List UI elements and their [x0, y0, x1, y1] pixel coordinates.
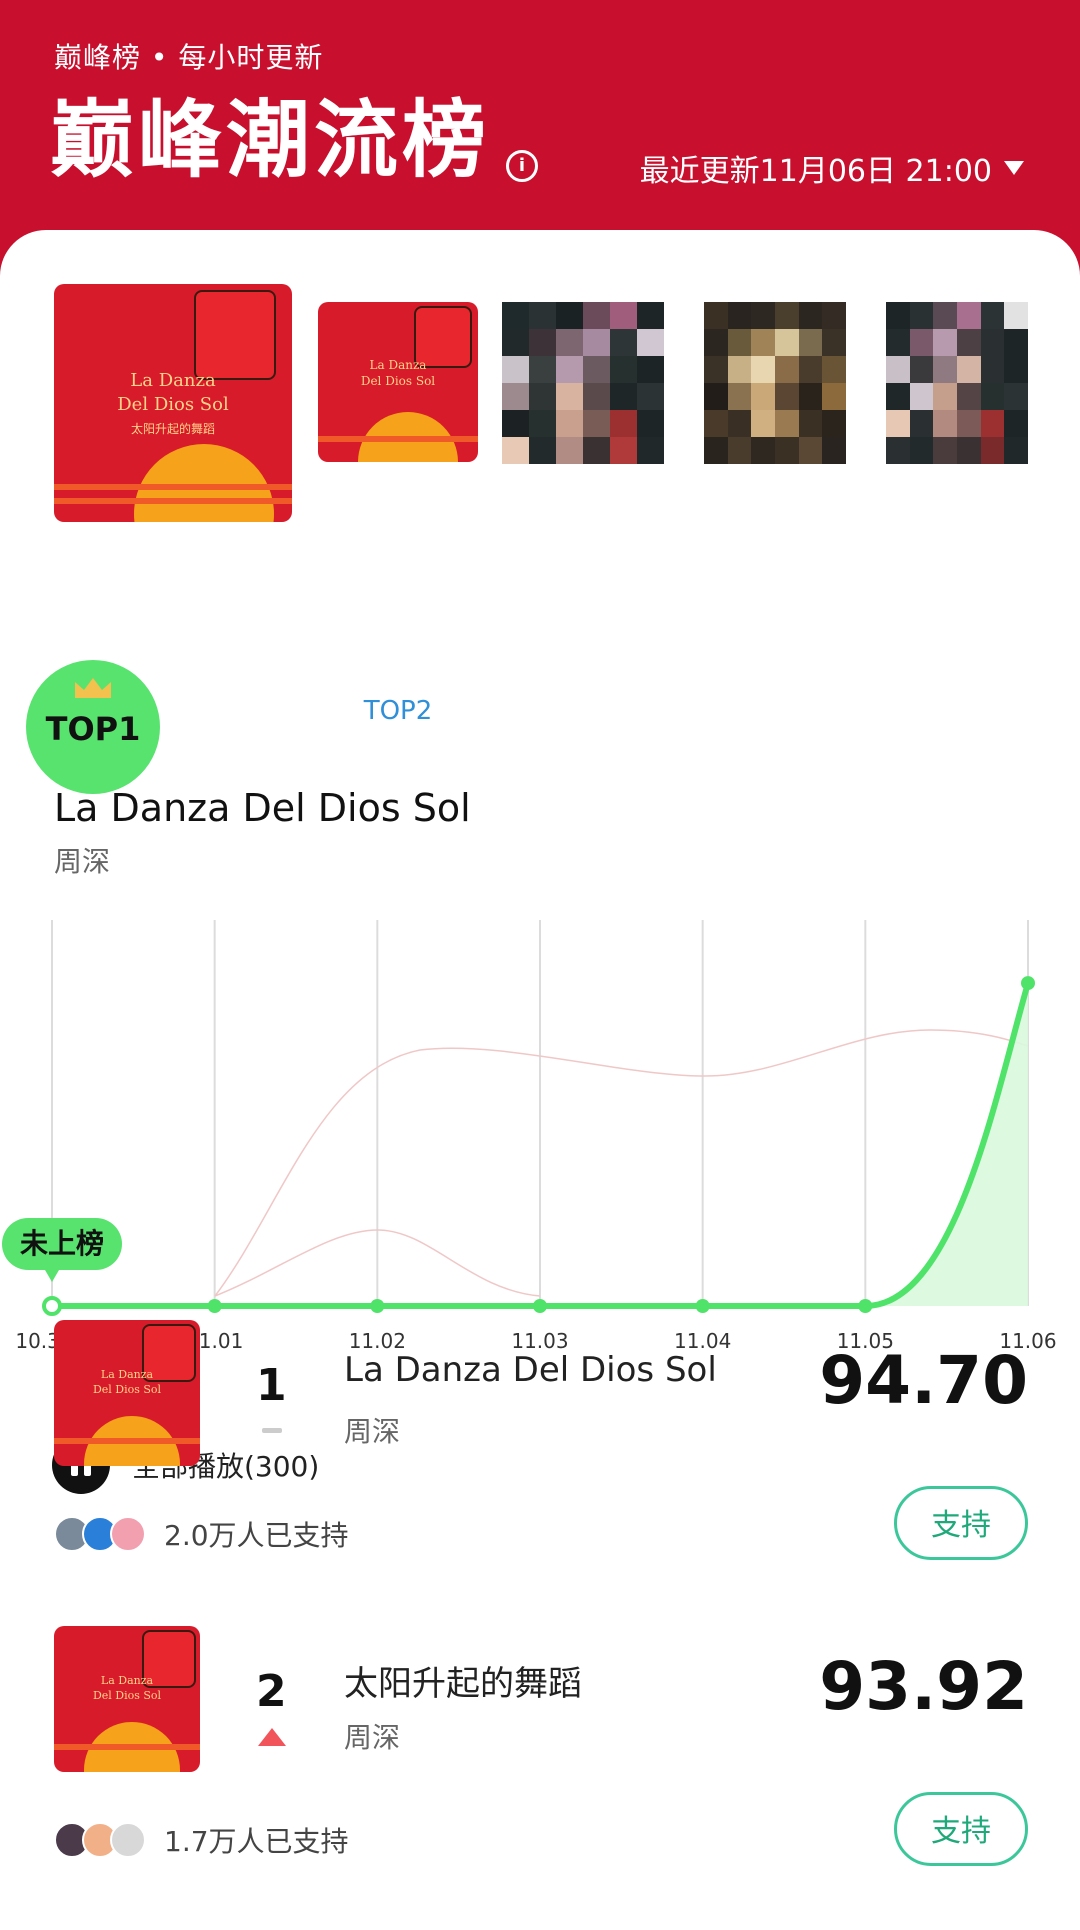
content-card: La Danza Del Dios Sol 太阳升起的舞蹈 La Danza D…: [0, 230, 1080, 1930]
top5-cover[interactable]: [886, 302, 1028, 464]
background-trend-line: [214, 1029, 1029, 1297]
chart-subtitle: 巅峰榜 • 每小时更新: [54, 41, 324, 74]
cover-title-line2: Del Dios Sol: [117, 394, 229, 415]
top1-badge: TOP1: [26, 660, 160, 794]
cover-title: La Danza: [130, 370, 216, 391]
crown-icon: [75, 678, 111, 698]
avatar: [110, 1516, 146, 1552]
start-label-bubble: 未上榜: [2, 1218, 122, 1282]
cover-title: La Danza: [369, 358, 427, 372]
support-button[interactable]: 支持: [894, 1792, 1028, 1866]
header: 巅峰榜 • 每小时更新 巅峰潮流榜 i 最近更新11月06日 21:00: [0, 0, 1080, 250]
area-fill: [865, 983, 1028, 1306]
start-label-pointer: [45, 1270, 59, 1282]
song-name: La Danza Del Dios Sol: [344, 1350, 717, 1390]
cover-title-line2: Del Dios Sol: [92, 1689, 162, 1702]
chart-grid: [51, 920, 1029, 1306]
top2-label: TOP2: [363, 696, 433, 726]
featured-artist: 周深: [54, 845, 111, 878]
top1-cover[interactable]: La Danza Del Dios Sol 太阳升起的舞蹈: [54, 284, 292, 522]
data-point: [207, 1299, 222, 1313]
supporter-avatars: [54, 1822, 146, 1858]
rank-number: 1: [256, 1360, 287, 1411]
cover-subtitle: 太阳升起的舞蹈: [130, 422, 215, 436]
list-item[interactable]: La Danza Del Dios Sol 1 La Danza Del Dio…: [0, 1320, 1080, 1620]
rank-unchanged-icon: [262, 1428, 282, 1433]
data-point: [42, 1296, 62, 1316]
avatar: [110, 1822, 146, 1858]
song-name: 太阳升起的舞蹈: [344, 1664, 582, 1704]
data-point: [533, 1299, 547, 1313]
song-cover[interactable]: La Danza Del Dios Sol: [54, 1320, 200, 1466]
page-title: 巅峰潮流榜: [50, 91, 491, 189]
song-artist: 周深: [344, 1415, 401, 1448]
info-icon[interactable]: i: [506, 150, 538, 182]
top2-cover[interactable]: La Danza Del Dios Sol: [318, 302, 478, 462]
dropdown-arrow-icon: [1004, 161, 1024, 175]
data-point: [695, 1299, 710, 1313]
data-point: [1021, 976, 1035, 991]
supporter-count: 1.7万人已支持: [164, 1825, 349, 1858]
score: 93.92: [819, 1648, 1028, 1725]
cover-title: La Danza: [100, 1674, 154, 1687]
rank-up-icon: [258, 1728, 286, 1746]
supporter-avatars: [54, 1516, 146, 1552]
top3-cover[interactable]: [502, 302, 664, 464]
top1-label: TOP1: [45, 710, 141, 748]
support-button[interactable]: 支持: [894, 1486, 1028, 1560]
data-point: [370, 1299, 385, 1313]
supporter-count: 2.0万人已支持: [164, 1519, 349, 1552]
featured-song-title: La Danza Del Dios Sol: [54, 786, 471, 830]
trend-chart: 10.31 11.01 11.02 11.03 11.04 11.05 11.06 未上榜: [2, 920, 1057, 1353]
rank-number: 2: [256, 1666, 287, 1717]
top4-cover[interactable]: [704, 302, 846, 464]
score: 94.70: [819, 1342, 1028, 1419]
update-time-label: 最近更新11月06日 21:00: [639, 154, 992, 189]
list-item[interactable]: La Danza Del Dios Sol 2 太阳升起的舞蹈 周深 93.92…: [0, 1626, 1080, 1926]
song-artist: 周深: [344, 1721, 401, 1754]
start-label: 未上榜: [20, 1227, 104, 1260]
data-point: [858, 1299, 873, 1313]
song-cover[interactable]: La Danza Del Dios Sol: [54, 1626, 200, 1772]
cover-title: La Danza: [100, 1368, 154, 1381]
cover-title-line2: Del Dios Sol: [92, 1383, 162, 1396]
cover-title-line2: Del Dios Sol: [360, 374, 436, 388]
update-time-dropdown[interactable]: 最近更新11月06日 21:00: [640, 146, 1024, 190]
